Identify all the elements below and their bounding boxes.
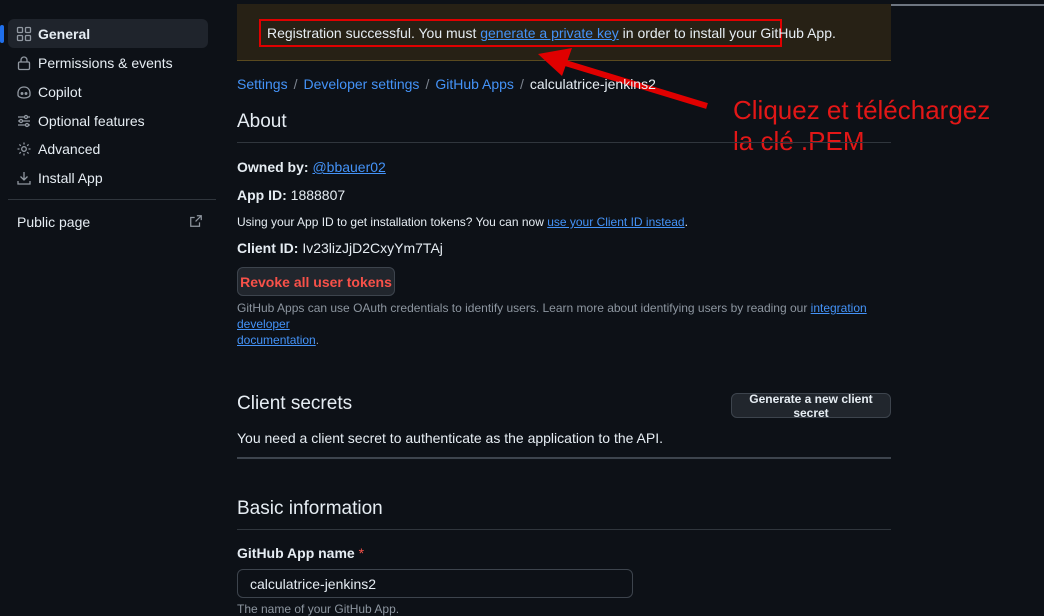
app-name-input[interactable] <box>237 569 633 598</box>
required-mark: * <box>358 545 365 561</box>
copilot-icon <box>16 84 32 100</box>
sidebar-item-label: Install App <box>38 169 103 186</box>
client-id-row: Client ID: Iv23lizJjD2CxyYm7TAj <box>237 240 443 256</box>
revoke-user-tokens-button[interactable]: Revoke all user tokens <box>237 267 395 296</box>
sidebar-item-general[interactable]: General <box>0 19 208 48</box>
sidebar-item-label: Advanced <box>38 140 101 157</box>
client-id-label: Client ID: <box>237 240 299 256</box>
basic-info-heading: Basic information <box>237 498 383 519</box>
apps-icon <box>16 26 32 42</box>
owner-link[interactable]: @bbauer02 <box>312 159 385 175</box>
flash-text-suffix: in order to install your GitHub App. <box>618 25 836 41</box>
oauth-note-text: GitHub Apps can use OAuth credentials to… <box>237 301 811 315</box>
annotation-text: Cliquez et téléchargez la clé .PEM <box>733 95 1033 157</box>
app-id-label: App ID: <box>237 187 287 203</box>
breadcrumb-separator: / <box>425 76 430 92</box>
about-heading: About <box>237 111 287 132</box>
client-secret-description: You need a client secret to authenticate… <box>237 430 664 446</box>
sidebar-item-label: Optional features <box>38 112 145 129</box>
breadcrumb: Settings / Developer settings / GitHub A… <box>237 76 656 92</box>
app-id-row: App ID: 1888807 <box>237 187 345 203</box>
documentation-link[interactable]: documentation <box>237 333 316 347</box>
gear-icon <box>16 141 32 157</box>
client-id-note-suffix: . <box>684 215 688 229</box>
generate-private-key-link[interactable]: generate a private key <box>480 25 619 41</box>
client-id-value: Iv23lizJjD2CxyYm7TAj <box>302 240 443 256</box>
sidebar-item-copilot[interactable]: Copilot <box>8 77 208 106</box>
oauth-note-suffix: . <box>315 333 320 347</box>
sidebar-item-install-app[interactable]: Install App <box>8 163 208 192</box>
breadcrumb-developer-settings[interactable]: Developer settings <box>303 76 419 92</box>
client-secrets-heading: Client secrets <box>237 393 353 414</box>
use-client-id-link[interactable]: use your Client ID instead <box>547 215 684 229</box>
flash-message-highlight: Registration successful. You must genera… <box>259 19 836 47</box>
app-id-value: 1888807 <box>290 187 346 203</box>
settings-sidebar: General Permissions & events Copilot Opt… <box>0 0 216 616</box>
breadcrumb-separator: / <box>519 76 524 92</box>
sidebar-item-label: Permissions & events <box>38 54 173 71</box>
basic-info-divider <box>237 529 891 530</box>
client-id-note-text: Using your App ID to get installation to… <box>237 215 548 229</box>
client-secrets-divider <box>237 457 891 459</box>
external-link-icon <box>189 214 203 231</box>
app-name-label-row: GitHub App name * <box>237 545 364 561</box>
app-name-label: GitHub App name <box>237 545 355 561</box>
annotation-line-1: Cliquez et téléchargez <box>733 95 991 125</box>
breadcrumb-current: calculatrice-jenkins2 <box>529 76 656 92</box>
app-name-hint: The name of your GitHub App. <box>237 602 400 616</box>
sidebar-divider <box>8 199 216 200</box>
sidebar-item-advanced[interactable]: Advanced <box>8 134 208 163</box>
sidebar-item-label: Copilot <box>38 83 82 100</box>
breadcrumb-github-apps[interactable]: GitHub Apps <box>435 76 514 92</box>
sliders-icon <box>16 113 32 129</box>
about-divider <box>237 142 891 143</box>
lock-icon <box>16 55 32 71</box>
breadcrumb-settings[interactable]: Settings <box>237 76 288 92</box>
sidebar-item-optional-features[interactable]: Optional features <box>8 106 208 135</box>
public-page-link[interactable]: Public page <box>17 212 203 232</box>
owned-by-label: Owned by: <box>237 159 309 175</box>
sidebar-item-permissions[interactable]: Permissions & events <box>8 48 208 77</box>
public-page-label: Public page <box>17 214 91 230</box>
breadcrumb-separator: / <box>293 76 298 92</box>
flash-text-prefix: Registration successful. You must <box>267 25 481 41</box>
client-id-note: Using your App ID to get installation to… <box>237 215 688 229</box>
generate-client-secret-button[interactable]: Generate a new client secret <box>731 392 891 420</box>
owned-by-row: Owned by: @bbauer02 <box>237 159 386 175</box>
sidebar-item-label: General <box>38 25 91 42</box>
top-rule <box>891 4 1044 6</box>
download-icon <box>16 170 32 186</box>
oauth-note: GitHub Apps can use OAuth credentials to… <box>237 300 877 348</box>
